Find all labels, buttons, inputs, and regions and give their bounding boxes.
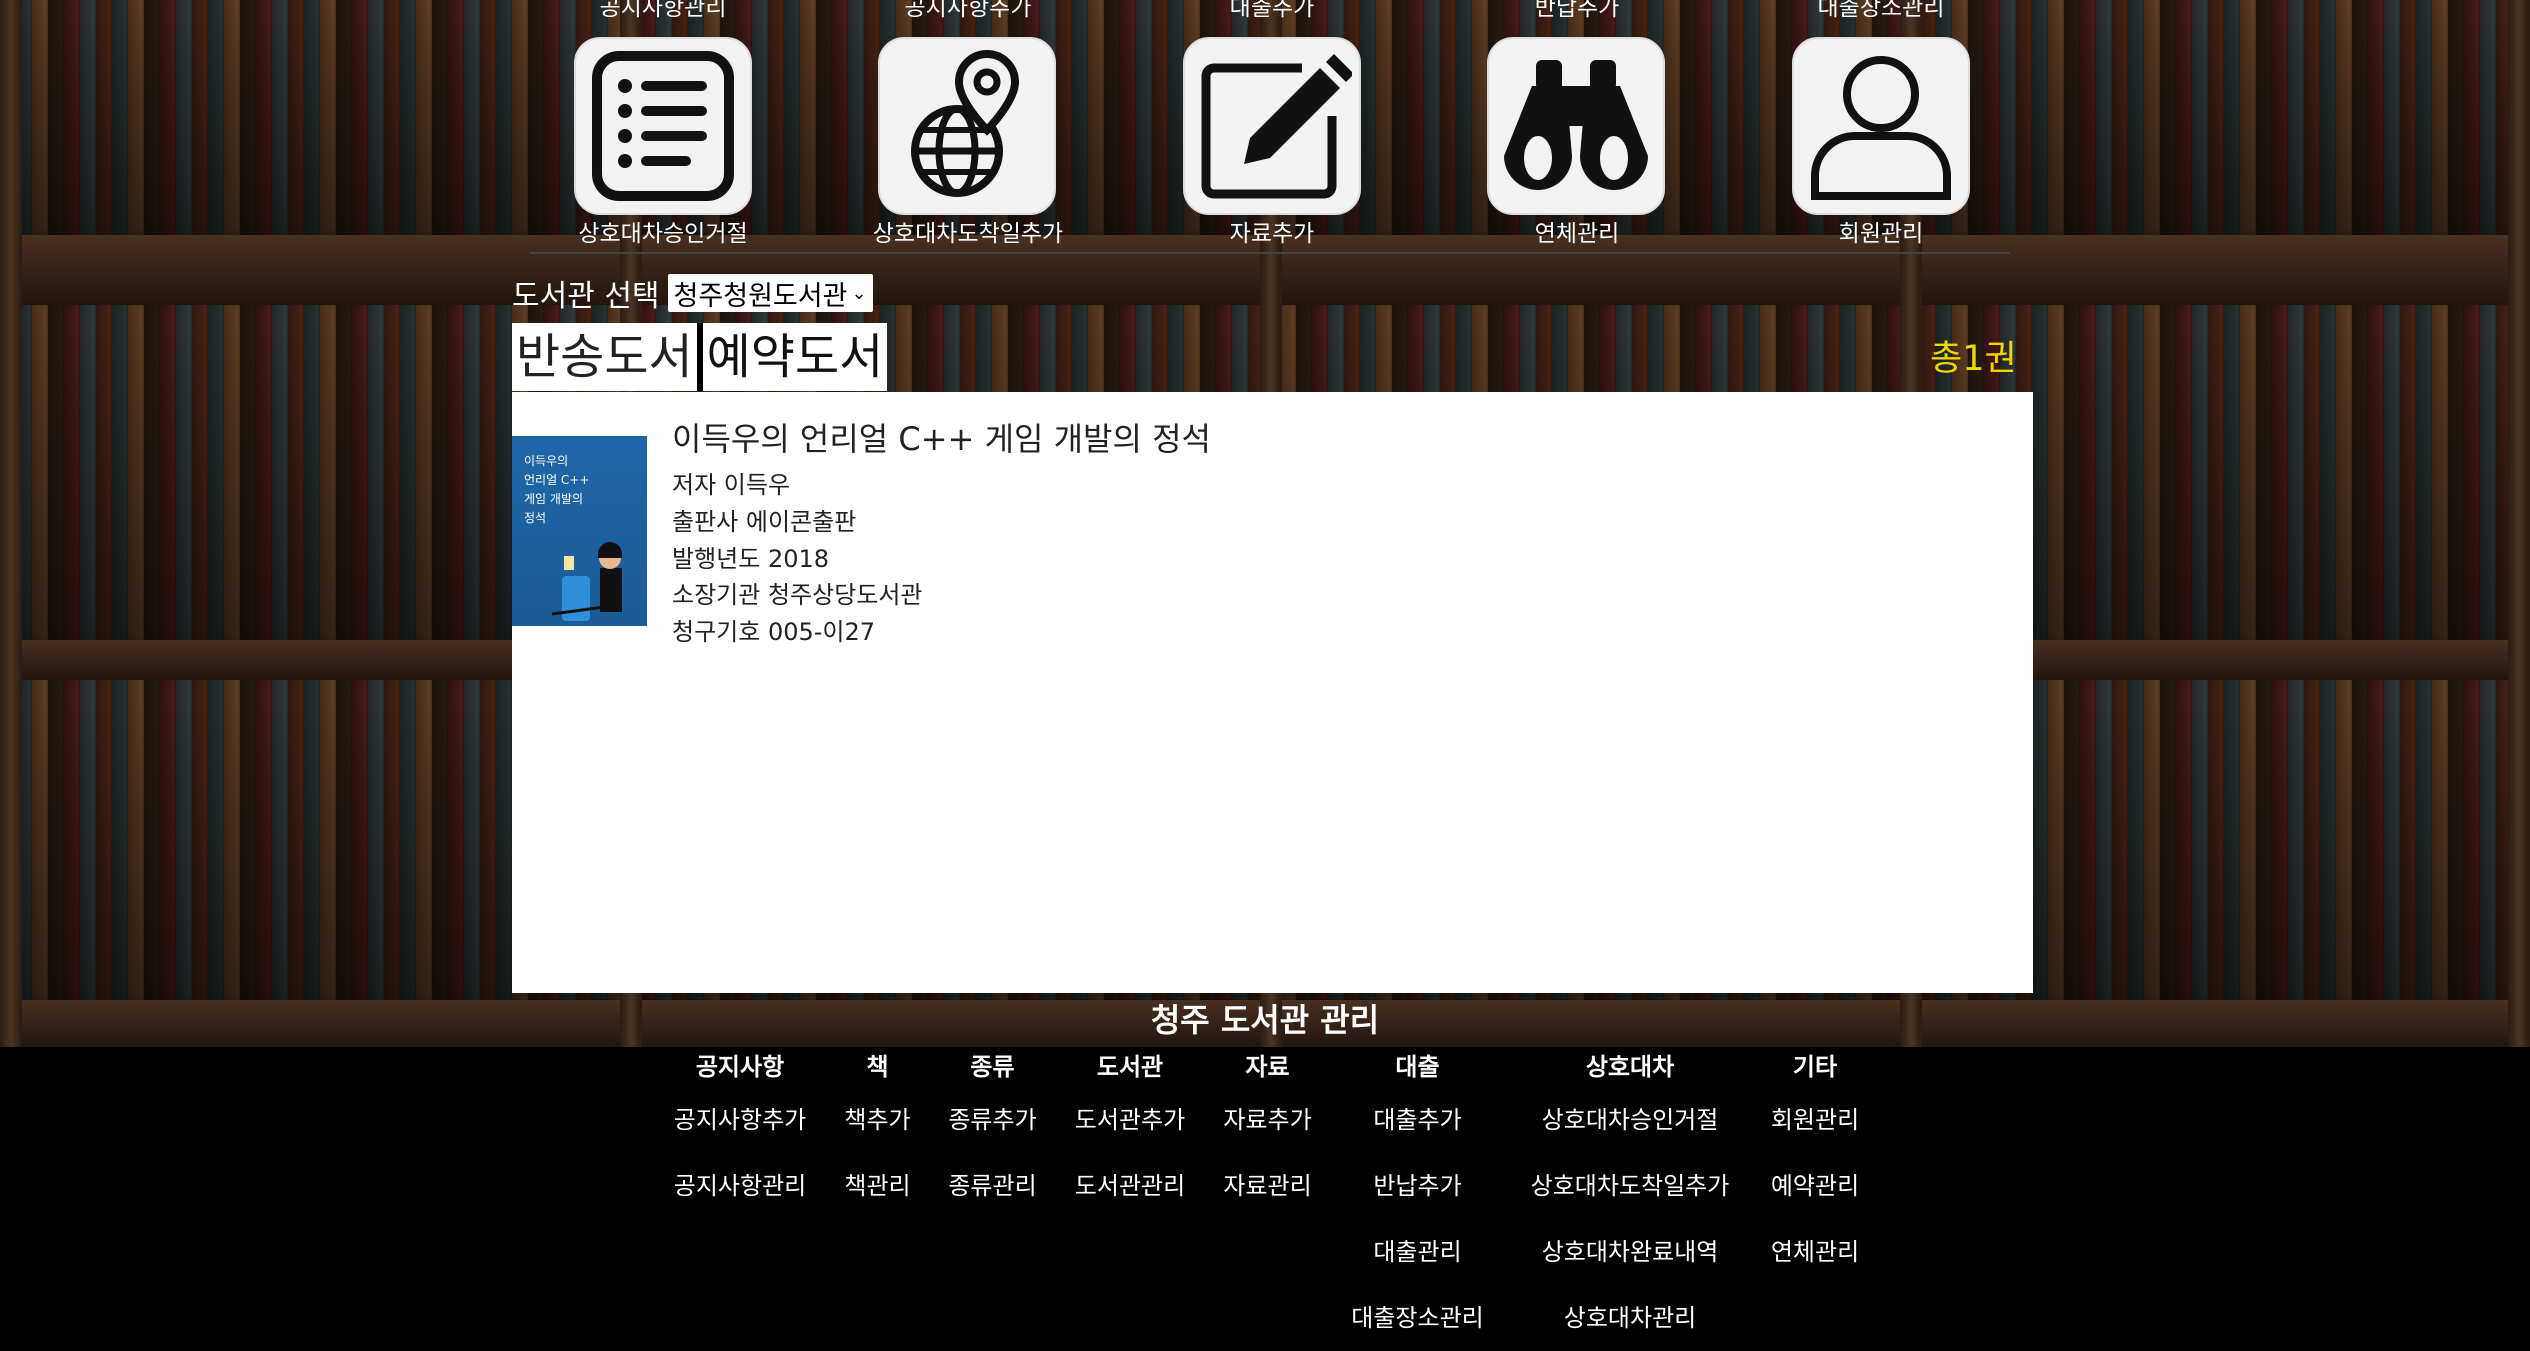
tile-label[interactable]: 상호대차승인거절 — [513, 214, 813, 248]
footer-column-etc: 기타 회원관리 예약관리 연체관리 — [1760, 1047, 1870, 1285]
tab-returned-books[interactable]: 반송도서 — [512, 323, 697, 391]
tile-label[interactable]: 자료추가 — [1122, 214, 1422, 248]
footer-link[interactable]: 종류추가 — [935, 1087, 1050, 1153]
interlibrary-approve-reject-button[interactable] — [574, 37, 752, 215]
footer-title: 청주 도서관 관리 — [1150, 1001, 1380, 1039]
footer-link[interactable]: 자료관리 — [1210, 1153, 1325, 1219]
member-management-button[interactable] — [1792, 37, 1970, 215]
footer-heading: 공지사항 — [695, 1053, 785, 1081]
footer-heading: 자료 — [1245, 1053, 1290, 1081]
tile-label[interactable]: 회원관리 — [1731, 214, 2031, 248]
book-cover[interactable]: 이득우의 언리얼 C++ 게임 개발의 정석 — [512, 436, 647, 626]
tile-label[interactable]: 연체관리 — [1427, 214, 1727, 248]
footer-link[interactable]: 반납추가 — [1335, 1153, 1500, 1219]
chevron-down-icon: ⌄ — [851, 282, 867, 304]
footer-heading: 책 — [866, 1053, 889, 1081]
library-selector-label: 도서관 선택 — [512, 279, 660, 314]
footer-link[interactable]: 공지사항관리 — [660, 1153, 820, 1219]
book-publisher: 출판사 에이콘출판 — [672, 508, 857, 536]
cut-menu-label[interactable]: 대출장소관리 — [1731, 0, 2031, 22]
total-count: 총1권 — [1930, 339, 2017, 379]
top-menu: 공지사항관리 공지사항추가 대출추가 반납추가 대출장소관리 상호대차승인거절 … — [0, 0, 2530, 255]
cut-menu-label[interactable]: 반납추가 — [1427, 0, 1727, 22]
footer-link[interactable]: 상호대차도착일추가 — [1510, 1153, 1750, 1219]
overdue-management-button[interactable] — [1487, 37, 1665, 215]
footer-heading: 종류 — [970, 1053, 1015, 1081]
cut-menu-label[interactable]: 공지사항추가 — [818, 0, 1118, 22]
footer-link[interactable]: 자료추가 — [1210, 1087, 1325, 1153]
footer: 청주 도서관 관리 공지사항 공지사항추가 공지사항관리 책 책추가 책관리 종… — [0, 1001, 2530, 1345]
library-select[interactable]: 청주청원도서관 ⌄ — [667, 274, 873, 312]
footer-heading: 상호대차 — [1585, 1053, 1675, 1081]
footer-link[interactable]: 책추가 — [830, 1087, 925, 1153]
add-material-button[interactable] — [1183, 37, 1361, 215]
tile-label[interactable]: 상호대차도착일추가 — [818, 214, 1118, 248]
user-icon — [1811, 56, 1951, 200]
footer-link[interactable]: 대출관리 — [1335, 1219, 1500, 1285]
book-list-panel: 이득우의 언리얼 C++ 게임 개발의 정석 이득우의 언리얼 C++ 게임 개… — [512, 392, 2033, 993]
book-cover-text: 이득우의 언리얼 C++ 게임 개발의 정석 — [524, 454, 590, 525]
pencil-icon — [1201, 54, 1352, 199]
book-title[interactable]: 이득우의 언리얼 C++ 게임 개발의 정석 — [672, 414, 1211, 460]
cut-menu-label[interactable]: 공지사항관리 — [513, 0, 813, 22]
footer-link[interactable]: 상호대차관리 — [1510, 1285, 1750, 1351]
footer-column-book: 책 책추가 책관리 — [830, 1047, 925, 1219]
tab-reserved-books[interactable]: 예약도서 — [702, 323, 888, 391]
footer-column-interlibrary: 상호대차 상호대차승인거절 상호대차도착일추가 상호대차완료내역 상호대차관리 — [1510, 1047, 1750, 1351]
footer-link[interactable]: 종류관리 — [935, 1153, 1050, 1219]
globe-pin-icon — [911, 49, 1020, 197]
footer-link[interactable]: 대출장소관리 — [1335, 1285, 1500, 1351]
library-selector: 도서관 선택 청주청원도서관 ⌄ — [512, 273, 873, 314]
cover-illustration — [552, 542, 622, 621]
footer-column-loan: 대출 대출추가 반납추가 대출관리 대출장소관리 — [1335, 1047, 1500, 1351]
footer-link[interactable]: 상호대차완료내역 — [1510, 1219, 1750, 1285]
book-holding-library: 소장기관 청주상당도서관 — [672, 581, 923, 609]
footer-column-category: 종류 종류추가 종류관리 — [935, 1047, 1050, 1219]
book-call-number: 청구기호 005-이27 — [672, 618, 876, 646]
footer-column-library: 도서관 도서관추가 도서관관리 — [1060, 1047, 1200, 1219]
library-select-value: 청주청원도서관 — [673, 280, 848, 312]
footer-link[interactable]: 상호대차승인거절 — [1510, 1087, 1750, 1153]
footer-column-notice: 공지사항 공지사항추가 공지사항관리 — [660, 1047, 820, 1219]
footer-link[interactable]: 도서관관리 — [1060, 1153, 1200, 1219]
footer-link[interactable]: 예약관리 — [1760, 1153, 1870, 1219]
menu-divider — [530, 252, 2010, 254]
footer-heading: 기타 — [1792, 1053, 1838, 1081]
footer-link[interactable]: 연체관리 — [1760, 1219, 1870, 1285]
book-year: 발행년도 2018 — [672, 545, 830, 573]
footer-link[interactable]: 책관리 — [830, 1153, 925, 1219]
footer-link[interactable]: 회원관리 — [1760, 1087, 1870, 1153]
footer-heading: 도서관 — [1096, 1053, 1164, 1081]
footer-link[interactable]: 대출추가 — [1335, 1087, 1500, 1153]
footer-column-material: 자료 자료추가 자료관리 — [1210, 1047, 1325, 1219]
cut-menu-label[interactable]: 대출추가 — [1122, 0, 1422, 22]
footer-link[interactable]: 공지사항추가 — [660, 1087, 820, 1153]
footer-link[interactable]: 도서관추가 — [1060, 1087, 1200, 1153]
binoculars-icon — [1504, 60, 1648, 190]
book-author: 저자 이득우 — [672, 471, 791, 499]
tab-bar: 반송도서 예약도서 — [512, 323, 888, 391]
list-icon — [592, 51, 734, 201]
footer-heading: 대출 — [1395, 1053, 1440, 1081]
interlibrary-arrival-date-button[interactable] — [878, 37, 1056, 215]
